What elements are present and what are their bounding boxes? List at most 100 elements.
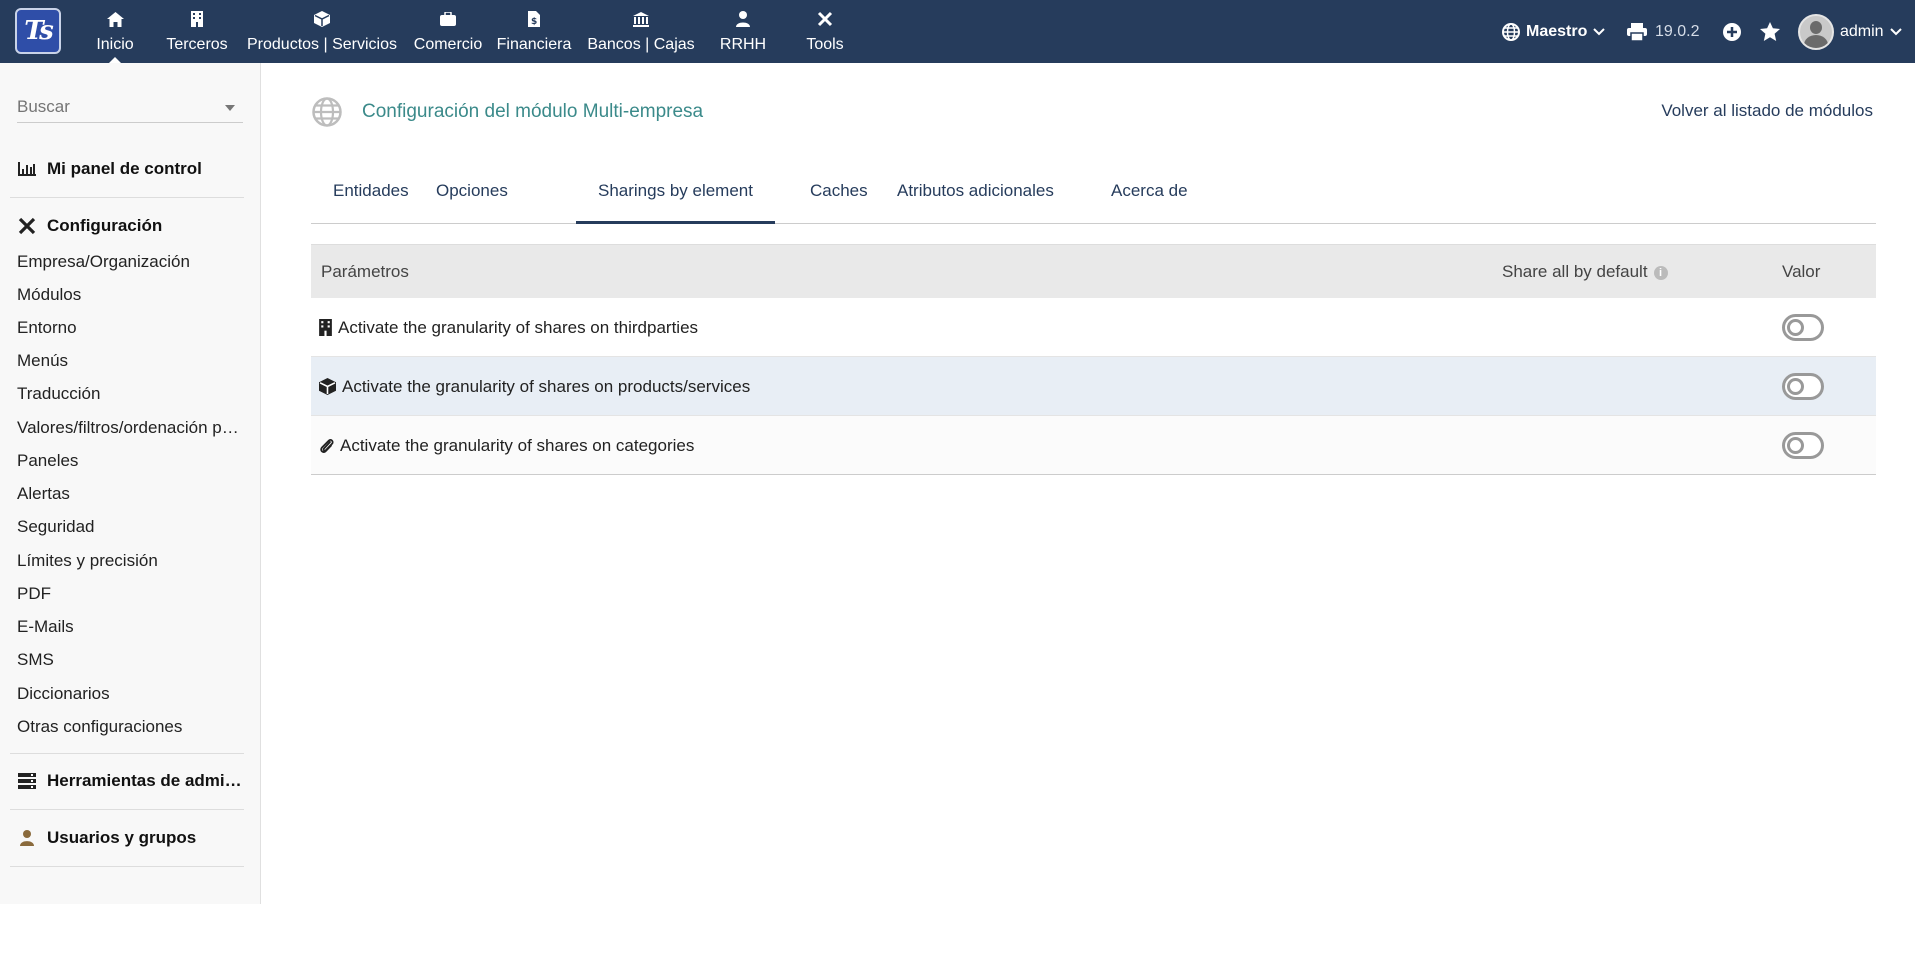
sidebar-subitem[interactable]: Seguridad [17, 517, 243, 537]
tools-icon [17, 216, 37, 236]
chevron-down-icon[interactable] [225, 105, 235, 111]
tab-entidades[interactable]: Entidades [311, 170, 431, 224]
cube-icon [319, 378, 336, 395]
logo-text: Ts [24, 16, 54, 46]
sidebar-item-admin-tools[interactable]: Herramientas de administración [10, 771, 244, 791]
toggle-thirdparties[interactable] [1782, 314, 1824, 341]
sidebar-item-panel[interactable]: Mi panel de control [10, 159, 244, 179]
avatar [1798, 13, 1834, 50]
user-name: admin [1840, 22, 1884, 40]
nav-rrhh[interactable]: RRHH [720, 0, 766, 63]
sidebar-subitem[interactable]: SMS [17, 650, 243, 670]
tools-icon [816, 10, 834, 28]
nav-comercio[interactable]: Comercio [412, 0, 484, 63]
row-label: Activate the granularity of shares on ca… [340, 436, 695, 455]
sidebar-subitem[interactable]: Módulos [17, 285, 243, 305]
nav-bancos-cajas[interactable]: Bancos | Cajas [586, 0, 696, 63]
sidebar-item-label: Mi panel de control [47, 159, 202, 178]
divider [10, 753, 244, 754]
nav-label: Productos | Servicios [247, 36, 397, 53]
plus-circle-icon [1723, 22, 1741, 41]
sidebar-subitem[interactable]: Empresa/Organización [17, 252, 243, 272]
sidebar-subitem[interactable]: PDF [17, 584, 243, 604]
nav-inicio[interactable]: Inicio [92, 0, 138, 63]
printer-icon [1627, 22, 1647, 41]
chevron-down-icon [1593, 27, 1606, 35]
toggle-categories[interactable] [1782, 432, 1824, 459]
paperclip-icon [320, 438, 334, 453]
print-button[interactable]: 19.0.2 [1627, 0, 1699, 63]
svg-text:$: $ [531, 17, 537, 27]
search-box[interactable] [17, 93, 243, 123]
user-icon [17, 828, 37, 848]
sidebar-subitem[interactable]: Límites y precisión [17, 551, 243, 571]
star-icon [1760, 22, 1780, 41]
sidebar-subitem[interactable]: Valores/filtros/ordenación por defecto [17, 418, 243, 438]
column-header-share-label: Share all by default [1502, 262, 1648, 281]
search-input[interactable] [17, 93, 217, 121]
sidebar-subitem[interactable]: Entorno [17, 318, 243, 338]
globe-icon [1502, 22, 1520, 41]
quick-add-button[interactable] [1723, 0, 1741, 63]
server-icon [17, 771, 37, 791]
sidebar: Mi panel de control Configuración Empres… [0, 63, 261, 904]
version-label: 19.0.2 [1655, 22, 1700, 40]
sidebar-item-configuracion[interactable]: Configuración [10, 216, 244, 236]
app-logo[interactable]: Ts [15, 8, 61, 54]
sidebar-subitem[interactable]: Alertas [17, 484, 243, 504]
tab-opciones[interactable]: Opciones [414, 170, 530, 224]
briefcase-icon [439, 10, 457, 28]
nav-label: Tools [806, 36, 844, 53]
sharings-table: Parámetros Share all by default i Valor A… [311, 244, 1876, 475]
divider [10, 866, 244, 867]
column-header-share: Share all by default i [1502, 245, 1668, 299]
globe-icon [312, 97, 342, 127]
building-icon [319, 319, 332, 336]
sidebar-subitem[interactable]: Otras configuraciones [17, 717, 243, 737]
tab-atributos-adicionales[interactable]: Atributos adicionales [875, 170, 1076, 224]
table-header: Parámetros Share all by default i Valor [311, 244, 1876, 298]
nav-financiera[interactable]: $ Financiera [496, 0, 572, 63]
bookmarks-button[interactable] [1760, 0, 1780, 63]
nav-label: RRHH [719, 36, 767, 53]
entity-name: Maestro [1526, 22, 1588, 40]
user-menu[interactable]: admin [1798, 0, 1902, 63]
sidebar-subitem[interactable]: Traducción [17, 384, 243, 404]
sidebar-item-label: Herramientas de administración [47, 771, 243, 790]
entity-selector[interactable]: Maestro [1502, 0, 1606, 63]
page-title: Configuración del módulo Multi-empresa [362, 101, 704, 122]
divider [10, 197, 244, 198]
bank-icon [632, 10, 650, 28]
nav-terceros[interactable]: Terceros [166, 0, 228, 63]
tab-bar: Entidades Opciones Sharings by element C… [311, 170, 1876, 224]
nav-tools[interactable]: Tools [800, 0, 850, 63]
sidebar-subitem[interactable]: Paneles [17, 451, 243, 471]
info-icon[interactable]: i [1653, 265, 1668, 280]
building-icon [188, 10, 206, 28]
row-label: Activate the granularity of shares on th… [338, 318, 699, 337]
divider [10, 809, 244, 810]
table-row: Activate the granularity of shares on ca… [311, 416, 1876, 475]
sidebar-subitem[interactable]: Diccionarios [17, 684, 243, 704]
table-row: Activate the granularity of shares on pr… [311, 357, 1876, 416]
sidebar-item-users-groups[interactable]: Usuarios y grupos [10, 828, 244, 848]
top-bar: Ts Inicio Terceros Productos | Servicios… [0, 0, 1915, 63]
table-row: Activate the granularity of shares on th… [311, 298, 1876, 357]
tab-acerca-de[interactable]: Acerca de [1089, 170, 1210, 224]
column-header-value: Valor [1782, 262, 1821, 281]
sidebar-subitem[interactable]: Menús [17, 351, 243, 371]
back-to-modules-link[interactable]: Volver al listado de módulos [1661, 101, 1873, 121]
nav-label: Terceros [166, 36, 228, 53]
nav-label: Bancos | Cajas [587, 36, 695, 53]
chevron-down-icon [1889, 27, 1902, 35]
sidebar-subitem[interactable]: E-Mails [17, 617, 243, 637]
tab-sharings-by-element[interactable]: Sharings by element [576, 170, 775, 224]
row-label: Activate the granularity of shares on pr… [342, 377, 751, 396]
cube-icon [313, 10, 331, 28]
sidebar-item-label: Usuarios y grupos [47, 828, 197, 847]
nav-productos-servicios[interactable]: Productos | Servicios [246, 0, 398, 63]
person-icon [734, 10, 752, 28]
toggle-products-services[interactable] [1782, 373, 1824, 400]
nav-label: Financiera [496, 36, 572, 53]
sidebar-item-label: Configuración [47, 216, 163, 235]
